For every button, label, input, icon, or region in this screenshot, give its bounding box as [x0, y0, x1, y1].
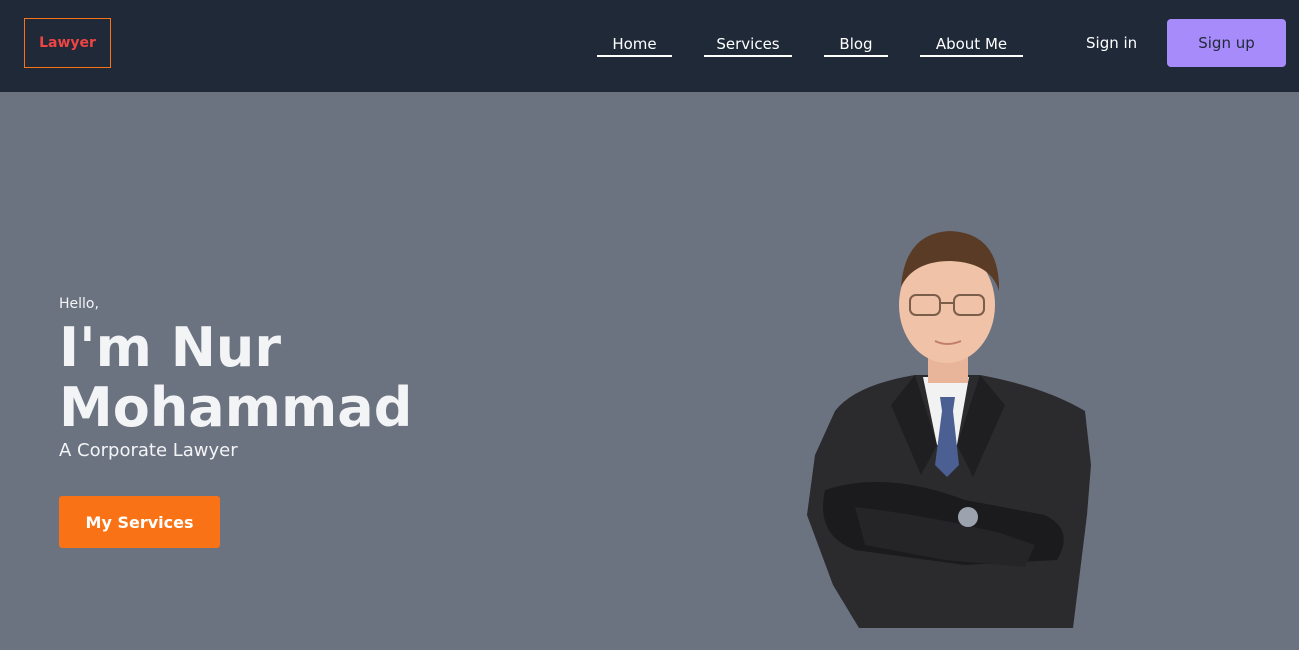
hero-subtitle: A Corporate Lawyer	[59, 440, 238, 461]
nav-link-services[interactable]: Services	[704, 35, 792, 57]
logo-link[interactable]: Lawyer	[24, 18, 111, 68]
hero-name: I'm Nur Mohammad	[59, 316, 413, 439]
hero-greeting: Hello,	[59, 296, 99, 312]
nav-link-home[interactable]: Home	[597, 35, 672, 57]
sign-in-link[interactable]: Sign in	[1086, 34, 1137, 53]
nav-link-blog[interactable]: Blog	[824, 35, 888, 57]
my-services-button[interactable]: My Services	[59, 496, 220, 548]
lawyer-portrait-image	[807, 231, 1091, 628]
watch-shape	[958, 507, 978, 527]
nav-link-about[interactable]: About Me	[920, 35, 1023, 57]
sign-up-button[interactable]: Sign up	[1167, 19, 1286, 67]
navbar: Lawyer Home Services Blog About Me Sign …	[0, 0, 1299, 92]
